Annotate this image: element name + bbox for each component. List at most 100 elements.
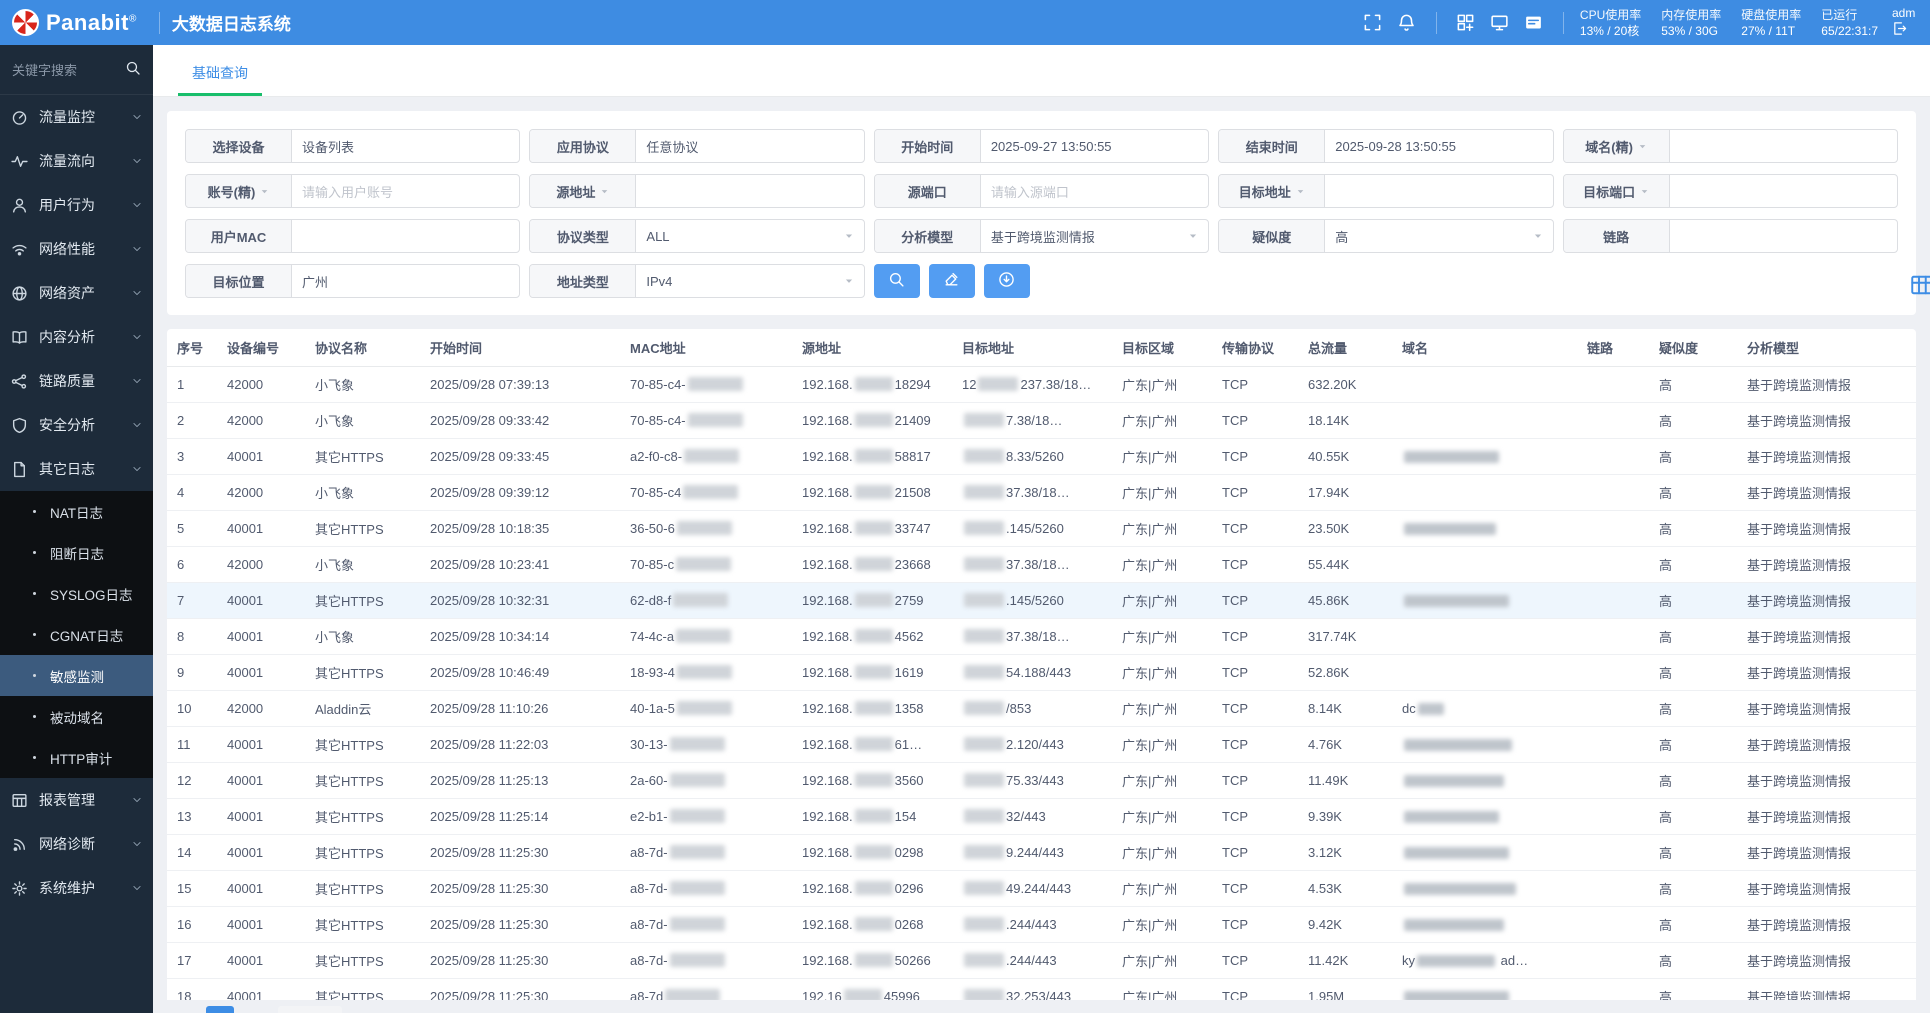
screen-icon[interactable] [1517,0,1551,45]
filter-input-start-time[interactable]: 2025-09-27 13:50:55 [981,130,1208,162]
table-row[interactable]: 13 40001 其它HTTPS 2025/09/28 11:25:14 e2-b1- 1… [167,798,1916,835]
filter-input-src-addr[interactable] [636,175,863,207]
user-info[interactable]: adm [1892,5,1930,40]
mac-prefix: 30-13- [630,736,668,752]
sidebar-item-network-diagnosis[interactable]: 网络诊断 [0,822,153,866]
col-header-device[interactable]: 设备编号 [217,329,305,367]
cell-num: 13 [167,798,217,835]
dst-suffix: .244/443 [1006,916,1057,932]
filter-label-account[interactable]: 账号(精) [186,175,292,207]
filter-label-domain[interactable]: 域名(精) [1563,130,1670,162]
col-header-transport[interactable]: 传输协议 [1212,329,1298,367]
table-row[interactable]: 5 40001 其它HTTPS 2025/09/28 10:18:35 36-50-6 1… [167,510,1916,547]
col-header-region[interactable]: 目标区域 [1112,329,1212,367]
page-size-select[interactable] [278,1006,342,1013]
col-header-protocol[interactable]: 协议名称 [305,329,420,367]
col-header-mac[interactable]: MAC地址 [620,329,792,367]
sidebar-subitem-syslog[interactable]: SYSLOG日志 [0,573,153,614]
filter-input-dst-addr[interactable] [1325,175,1552,207]
sidebar-item-traffic-flow[interactable]: 流量流向 [0,139,153,183]
cell-device: 40001 [217,942,305,979]
sidebar-item-content-analysis[interactable]: 内容分析 [0,315,153,359]
col-header-domain[interactable]: 域名 [1392,329,1577,367]
filter-input-device[interactable]: 设备列表 [292,130,519,162]
bullet-icon [33,715,36,718]
table-row[interactable]: 1 42000 小飞象 2025/09/28 07:39:13 70-85-c4- 192… [167,366,1916,403]
sidebar-subitem-sensitive-monitor[interactable]: 敏感监测 [0,655,153,696]
col-header-dst[interactable]: 目标地址 [952,329,1112,367]
filter-label-dst-port[interactable]: 目标端口 [1563,175,1670,207]
filter-label-dst-addr[interactable]: 目标地址 [1219,175,1326,207]
col-header-link[interactable]: 链路 [1577,329,1649,367]
table-row[interactable]: 11 40001 其它HTTPS 2025/09/28 11:22:03 30-13- 1… [167,726,1916,763]
sidebar-subitem-http-audit[interactable]: HTTP审计 [0,737,153,778]
col-header-suspicion[interactable]: 疑似度 [1649,329,1737,367]
filter-input-domain[interactable] [1670,130,1897,162]
filter-input-account[interactable]: 请输入用户账号 [292,175,519,207]
sidebar-search[interactable]: 关键字搜索 [0,45,153,95]
sidebar-subitem-cgnat-log[interactable]: CGNAT日志 [0,614,153,655]
filter-label-src-addr[interactable]: 源地址 [530,175,637,207]
sidebar-item-network-performance[interactable]: 网络性能 [0,227,153,271]
col-header-start[interactable]: 开始时间 [420,329,620,367]
table-row[interactable]: 7 40001 其它HTTPS 2025/09/28 10:32:31 62-d8-f 1… [167,582,1916,619]
col-header-num[interactable]: 序号 [167,329,217,367]
sidebar-subitem-nat-log[interactable]: NAT日志 [0,491,153,532]
filter-input-suspicion[interactable]: 高 [1325,220,1552,252]
table-row[interactable]: 6 42000 小飞象 2025/09/28 10:23:41 70-85-c 192.1… [167,546,1916,583]
sidebar-item-other-logs[interactable]: 其它日志 [0,447,153,491]
table-row[interactable]: 16 40001 其它HTTPS 2025/09/28 11:25:30 a8-7d- 1… [167,906,1916,943]
cell-mac: a8-7d- [620,906,792,943]
sidebar-item-system-maintenance[interactable]: 系统维护 [0,866,153,910]
table-row[interactable]: 12 40001 其它HTTPS 2025/09/28 11:25:13 2a-60- 1… [167,762,1916,799]
filter-input-link[interactable] [1670,220,1897,252]
sidebar-item-link-quality[interactable]: 链路质量 [0,359,153,403]
sidebar-item-network-assets[interactable]: 网络资产 [0,271,153,315]
col-header-total[interactable]: 总流量 [1298,329,1392,367]
sidebar-subitem-block-log[interactable]: 阻断日志 [0,532,153,573]
filter-input-user-mac[interactable] [292,220,519,252]
table-row[interactable]: 10 42000 Aladdin云 2025/09/28 11:10:26 40-1a-… [167,690,1916,727]
next-page-button[interactable]: › [242,1006,270,1013]
clear-button[interactable] [928,264,975,298]
table-row[interactable]: 2 42000 小飞象 2025/09/28 09:33:42 70-85-c4- 192… [167,402,1916,439]
table-row[interactable]: 15 40001 其它HTTPS 2025/09/28 11:25:30 a8-7d- 1… [167,870,1916,907]
sidebar-item-traffic-monitor[interactable]: 流量监控 [0,95,153,139]
table-row[interactable]: 9 40001 其它HTTPS 2025/09/28 10:46:49 18-93-4 1… [167,654,1916,691]
table-row[interactable]: 14 40001 其它HTTPS 2025/09/28 11:25:30 a8-7d- 1… [167,834,1916,871]
column-settings-icon[interactable] [1910,273,1930,302]
download-button[interactable] [983,264,1030,298]
table-row[interactable]: 8 40001 小飞象 2025/09/28 10:34:14 74-4c-a 192.1… [167,618,1916,655]
table-row[interactable]: 17 40001 其它HTTPS 2025/09/28 11:25:30 a8-7d- 1… [167,942,1916,979]
logout-icon[interactable] [1892,21,1930,40]
cell-start: 2025/09/28 11:25:30 [420,906,620,943]
cell-total: 11.49K [1298,762,1392,799]
nodes-icon [11,373,28,390]
filter-input-end-time[interactable]: 2025-09-28 13:50:55 [1325,130,1552,162]
filter-input-analysis-model[interactable]: 基于跨境监测情报 [981,220,1208,252]
bell-icon[interactable] [1390,0,1424,45]
tab-basic-query[interactable]: 基础查询 [178,63,262,96]
fullscreen-icon[interactable] [1356,0,1390,45]
filter-input-src-port[interactable]: 请输入源端口 [981,175,1208,207]
sidebar-item-report-management[interactable]: 报表管理 [0,778,153,822]
filter-input-dst-port[interactable] [1670,175,1897,207]
monitor-icon[interactable] [1483,0,1517,45]
sidebar-subitem-passive-domain[interactable]: 被动域名 [0,696,153,737]
sidebar-item-security-analysis[interactable]: 安全分析 [0,403,153,447]
col-header-src[interactable]: 源地址 [792,329,952,367]
page-1-button[interactable]: 1 [206,1006,234,1013]
filter-input-protocol-type[interactable]: ALL [636,220,863,252]
cell-dst: .145/5260 [952,582,1112,619]
table-row[interactable]: 18 40001 其它HTTPS 2025/09/28 11:25:30 a8-7d 19… [167,978,1916,1000]
table-row[interactable]: 3 40001 其它HTTPS 2025/09/28 09:33:45 a2-f0-c8… [167,438,1916,475]
prev-page-button[interactable]: ‹ [170,1006,198,1013]
app-grid-icon[interactable] [1449,0,1483,45]
filter-input-dst-location[interactable]: 广州 [292,265,519,297]
table-row[interactable]: 4 42000 小飞象 2025/09/28 09:39:12 70-85-c4 192.… [167,474,1916,511]
sidebar-item-user-behavior[interactable]: 用户行为 [0,183,153,227]
search-button[interactable] [873,264,920,298]
filter-input-app-protocol[interactable]: 任意协议 [636,130,863,162]
col-header-model[interactable]: 分析模型 [1737,329,1916,367]
filter-input-addr-type[interactable]: IPv4 [636,265,863,297]
